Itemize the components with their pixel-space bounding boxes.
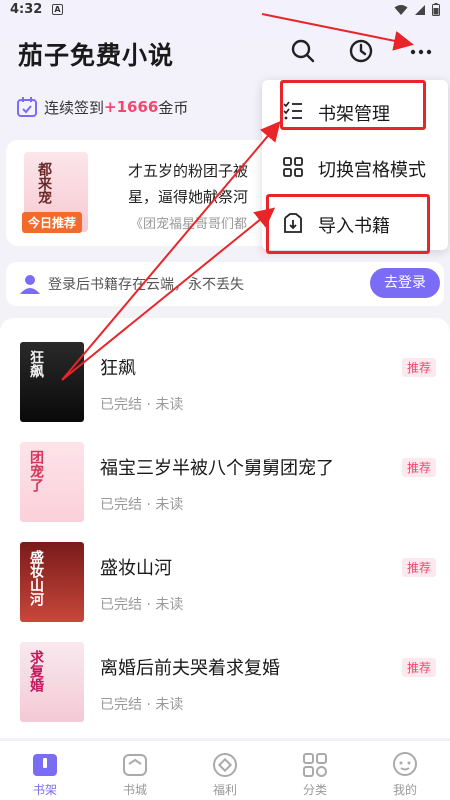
profile-icon [393,752,417,776]
app-notification-icon: A [52,4,63,15]
bookshelf-list: 狂飙 狂飙 已完结 · 未读 推荐 团宠了 福宝三岁半被八个舅舅团宠了 已完结 … [0,318,450,738]
book-title: 盛妆山河 [100,558,172,579]
user-icon [20,275,40,294]
checkin-amount: +1666 [104,98,159,116]
book-cover: 团宠了 [20,442,84,522]
recommend-description: 才五岁的粉团子被 星，逼得她献祭河 [128,158,278,210]
login-prompt-text: 登录后书籍存在云端，永不丢失 [48,277,244,293]
recommend-tag: 推荐 [401,558,436,577]
wifi-icon [394,4,408,15]
book-status: 已完结 · 未读 [100,497,184,513]
book-cover-text: 团宠了 [28,450,44,492]
recommend-line-2: 星，逼得她献祭河 [128,188,249,206]
tab-bookshelf[interactable]: 书架 [0,741,90,800]
app-title: 茄子免费小说 [18,41,175,70]
tab-label: 书城 [122,783,147,797]
checkin-banner[interactable]: 连续签到 +1666 金币 [16,96,188,118]
menu-item-label: 切换宫格模式 [318,160,426,181]
history-clock-icon[interactable] [348,38,374,64]
list-item[interactable]: 团宠了 福宝三岁半被八个舅舅团宠了 已完结 · 未读 推荐 [0,418,450,522]
book-cover-text: 狂飙 [28,350,44,378]
bookshelf-icon [33,754,57,776]
recommend-tag: 推荐 [401,658,436,677]
tab-label: 福利 [212,783,237,797]
status-bar: 4:32 A [0,0,450,20]
annotation-box-import-books [266,194,430,254]
signal-icon [415,4,425,15]
welfare-icon [213,753,237,777]
status-time: 4:32 [10,2,43,17]
book-status: 已完结 · 未读 [100,397,184,413]
book-cover: 狂飙 [20,342,84,422]
bottom-tab-bar: 书架 书城 福利 分类 我的 [0,740,450,800]
book-cover-text: 盛妆山河 [28,550,44,606]
book-title: 福宝三岁半被八个舅舅团宠了 [100,458,334,479]
recommend-line-1: 才五岁的粉团子被 [128,162,249,180]
checkin-suffix: 金币 [158,98,189,117]
search-icon[interactable] [290,38,316,64]
recommend-cover-text: 都来宠 [36,162,52,204]
more-options-icon[interactable] [408,38,434,64]
login-button[interactable]: 去登录 [370,268,440,298]
book-title: 狂飙 [100,358,136,379]
tab-label: 分类 [302,783,327,797]
recommend-tag: 推荐 [401,458,436,477]
login-prompt-bar: 登录后书籍存在云端，永不丢失 去登录 [6,262,444,306]
battery-icon [432,3,440,16]
tab-category[interactable]: 分类 [270,741,360,800]
tab-bookstore[interactable]: 书城 [90,741,180,800]
book-cover: 求复婚 [20,642,84,722]
grid-icon [283,157,303,177]
category-icon [303,753,327,777]
list-item[interactable]: 盛妆山河 盛妆山河 已完结 · 未读 推荐 [0,518,450,622]
bookstore-icon [123,754,147,776]
book-title: 离婚后前夫哭着求复婚 [100,658,280,679]
tab-welfare[interactable]: 福利 [180,741,270,800]
book-status: 已完结 · 未读 [100,597,184,613]
recommend-source: 《团宠福星哥哥们都 [130,217,248,232]
checkin-prefix: 连续签到 [44,98,105,117]
annotation-box-bookshelf-manage [280,80,426,130]
tab-profile[interactable]: 我的 [360,741,450,800]
tab-label: 我的 [392,783,417,797]
list-item[interactable]: 求复婚 离婚后前夫哭着求复婚 已完结 · 未读 推荐 [0,618,450,722]
recommend-badge: 今日推荐 [22,212,83,233]
book-status: 已完结 · 未读 [100,697,184,713]
book-cover-text: 求复婚 [28,650,44,692]
tab-label: 书架 [32,783,57,797]
list-item[interactable]: 狂飙 狂飙 已完结 · 未读 推荐 [0,318,450,422]
menu-item-grid-mode[interactable]: 切换宫格模式 [262,140,448,196]
calendar-icon [17,97,37,117]
system-icons [394,3,440,16]
recommend-tag: 推荐 [401,358,436,377]
book-cover: 盛妆山河 [20,542,84,622]
